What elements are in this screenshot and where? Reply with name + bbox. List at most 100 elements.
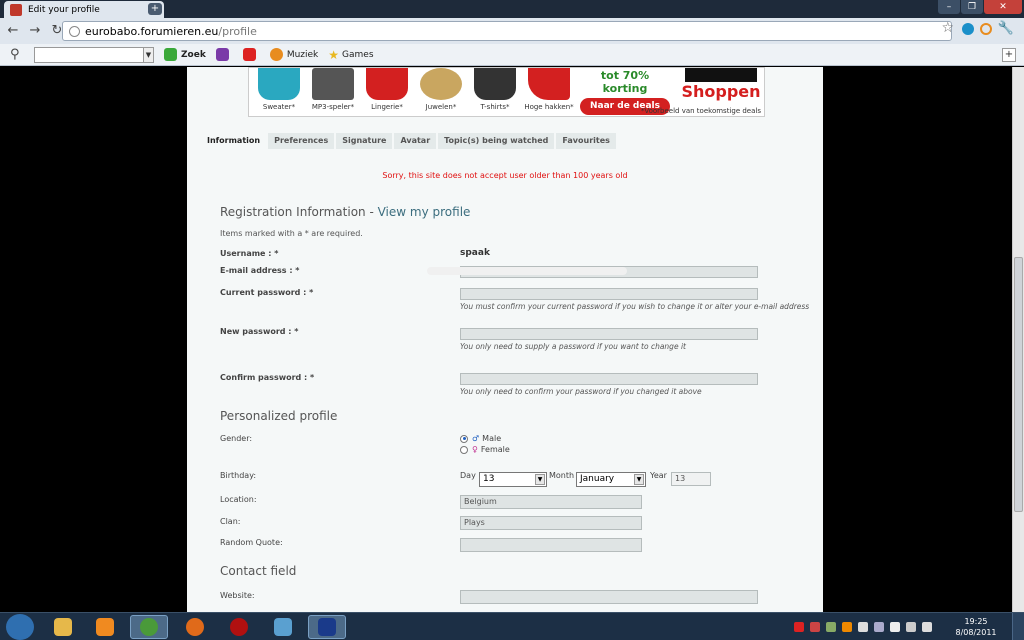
ad-product[interactable]: Sweater* (253, 68, 305, 116)
browser-tab[interactable]: Edit your profile x (4, 1, 164, 18)
product-caption: Sweater* (262, 103, 296, 111)
firefox-icon (186, 618, 204, 636)
month-label: Month (549, 471, 575, 480)
chevron-down-icon: ▼ (535, 474, 545, 485)
taskbar-league[interactable] (308, 615, 346, 639)
scrollbar-thumb[interactable] (1014, 257, 1023, 512)
day-value: 13 (483, 474, 495, 484)
taskbar: 19:25 8/08/2011 (0, 612, 1024, 640)
explorer-icon (54, 618, 72, 636)
new-password-field[interactable] (460, 328, 758, 340)
arrow-right-icon (164, 48, 177, 61)
heels-image (528, 68, 570, 100)
taskbar-apple[interactable] (220, 615, 258, 639)
bookmark-muziek[interactable]: Muziek (269, 48, 319, 61)
female-radio[interactable] (460, 445, 468, 454)
start-button[interactable] (6, 614, 34, 640)
address-bar[interactable]: eurobabo.forumieren.eu /profile (62, 21, 952, 41)
zoek-button[interactable]: Zoek (164, 48, 206, 61)
random-quote-field[interactable] (460, 538, 642, 552)
gender-female-option[interactable]: ♀ Female (460, 445, 510, 454)
product-caption: Hoge hakken* (524, 103, 574, 111)
taskbar-firefox[interactable] (176, 615, 214, 639)
bookmark-chat[interactable] (215, 48, 233, 61)
tshirt-image (474, 68, 516, 100)
music-icon (269, 48, 283, 61)
window-controls: – ❐ ✕ (937, 0, 1022, 14)
star-icon: ★ (328, 47, 340, 62)
day-select[interactable]: 13 ▼ (479, 472, 547, 487)
flag-icon[interactable] (890, 622, 900, 632)
jewelry-image (420, 68, 462, 100)
mp3-image (312, 68, 354, 100)
clan-field[interactable]: Plays (460, 516, 642, 530)
tab-topics-watched[interactable]: Topic(s) being watched (438, 133, 555, 149)
tray-icon[interactable] (842, 622, 852, 632)
page-scrollbar[interactable] (1012, 67, 1024, 612)
year-field[interactable]: 13 (671, 472, 711, 486)
favicon-icon (10, 3, 22, 16)
tab-signature[interactable]: Signature (336, 133, 393, 149)
error-message: Sorry, this site does not accept user ol… (382, 171, 628, 180)
tab-preferences[interactable]: Preferences (268, 133, 335, 149)
website-field[interactable] (460, 590, 758, 604)
network-icon[interactable] (906, 622, 916, 632)
month-select[interactable]: January ▼ (576, 472, 646, 487)
current-password-field[interactable] (460, 288, 758, 300)
toolbar-search-input[interactable] (34, 46, 144, 63)
ad-product[interactable]: T-shirts* (469, 68, 521, 116)
back-button[interactable]: ← (4, 22, 22, 40)
wrench-icon[interactable]: 🔧 (998, 21, 1014, 36)
minimize-button[interactable]: – (938, 0, 960, 14)
forward-button[interactable]: → (26, 22, 44, 40)
tab-avatar[interactable]: Avatar (394, 133, 437, 149)
taskbar-explorer[interactable] (44, 615, 82, 639)
skype-extension-icon[interactable] (962, 23, 974, 35)
ad-shop: Shoppen (679, 68, 763, 101)
tray-icon[interactable] (810, 622, 820, 632)
shoppen-text[interactable]: Shoppen (679, 82, 763, 101)
male-radio[interactable] (460, 434, 468, 443)
network-icon[interactable] (874, 622, 884, 632)
volume-icon[interactable] (922, 622, 932, 632)
day-label: Day (460, 471, 476, 480)
close-window-button[interactable]: ✕ (984, 0, 1022, 14)
confirm-password-field[interactable] (460, 373, 758, 385)
bookmark-star-icon[interactable]: ☆ (941, 20, 954, 36)
ad-product[interactable]: Lingerie* (361, 68, 413, 116)
view-profile-link[interactable]: View my profile (378, 205, 471, 219)
ad-product[interactable]: MP3-speler* (307, 68, 359, 116)
tab-title: Edit your profile (28, 4, 100, 15)
month-value: January (580, 474, 615, 484)
extension-icon[interactable] (980, 23, 992, 35)
ad-banner[interactable]: Sweater* MP3-speler* Lingerie* Juwelen* … (248, 67, 765, 117)
website-label: Website: (220, 591, 255, 600)
gender-male-option[interactable]: ♂ Male (460, 434, 501, 443)
taskbar-chrome[interactable] (130, 615, 168, 639)
adobe-tray-icon[interactable] (794, 622, 804, 632)
muziek-label: Muziek (286, 49, 319, 60)
male-symbol-icon: ♂ (472, 434, 480, 443)
search-icon[interactable]: ⚲ (10, 47, 34, 62)
taskbar-media-player[interactable] (86, 615, 124, 639)
tab-favourites[interactable]: Favourites (556, 133, 616, 149)
maximize-button[interactable]: ❐ (961, 0, 983, 14)
add-button[interactable]: + (1002, 48, 1016, 62)
search-dropdown-button[interactable]: ▼ (144, 46, 154, 63)
tray-icon[interactable] (858, 622, 868, 632)
show-desktop-button[interactable] (1012, 613, 1024, 640)
bookmark-youtube[interactable] (242, 48, 260, 61)
ad-product[interactable]: Hoge hakken* (523, 68, 575, 116)
tab-information[interactable]: Information (201, 133, 267, 149)
clock[interactable]: 19:25 8/08/2011 (946, 616, 1006, 638)
browser-titlebar: Edit your profile x + – ❐ ✕ (0, 0, 1024, 18)
bookmark-games[interactable]: ★ Games (328, 48, 373, 62)
year-label: Year (650, 471, 667, 480)
new-tab-button[interactable]: + (148, 3, 162, 15)
ad-product[interactable]: Juwelen* (415, 68, 467, 116)
search-toolbar: ⚲ ▼ Zoek Muziek ★ Games + (0, 44, 1024, 66)
random-quote-label: Random Quote: (220, 538, 283, 547)
tray-icon[interactable] (826, 622, 836, 632)
taskbar-messenger[interactable] (264, 615, 302, 639)
location-field[interactable]: Belgium (460, 495, 642, 509)
